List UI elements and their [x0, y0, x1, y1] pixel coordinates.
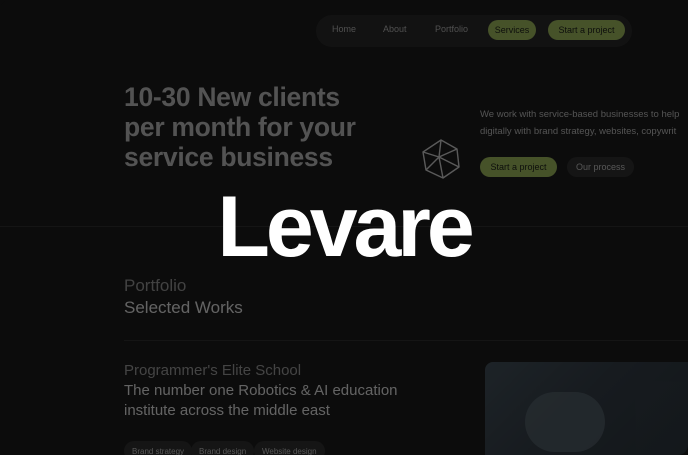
hero-description: We work with service-based businesses to…	[480, 106, 688, 140]
page: Home About Portfolio Services Start a pr…	[0, 0, 688, 455]
hero-title-line: service business	[124, 142, 333, 172]
nav-link-portfolio[interactable]: Portfolio	[435, 24, 468, 34]
project-name[interactable]: Programmer's Elite School	[124, 362, 301, 379]
project-description: The number one Robotics & AI education i…	[124, 381, 444, 421]
project-description-line: institute across the middle east	[124, 402, 330, 419]
project-description-line: The number one Robotics & AI education	[124, 382, 398, 399]
nav-link-about[interactable]: About	[383, 24, 407, 34]
our-process-button[interactable]: Our process	[567, 157, 634, 177]
start-project-button[interactable]: Start a project	[480, 157, 557, 177]
portfolio-label: Portfolio	[124, 276, 187, 295]
hero-title-line: 10-30 New clients	[124, 82, 340, 112]
tag-brand-strategy: Brand strategy	[124, 441, 193, 455]
hero-description-line: digitally with brand strategy, websites,…	[480, 126, 677, 137]
hero-description-line: We work with service-based businesses to…	[480, 109, 680, 120]
hero-title: 10-30 New clients per month for your ser…	[124, 82, 424, 172]
nav-start-project-button[interactable]: Start a project	[548, 20, 625, 40]
section-divider	[124, 340, 688, 341]
portfolio-title: Selected Works	[124, 298, 243, 317]
project-thumbnail[interactable]	[485, 362, 688, 455]
tag-website-design: Website design	[254, 441, 325, 455]
nav-link-services[interactable]: Services	[488, 20, 536, 40]
tag-brand-design: Brand design	[191, 441, 255, 455]
top-nav: Home About Portfolio Services Start a pr…	[316, 15, 632, 47]
nav-link-home[interactable]: Home	[332, 24, 356, 34]
levare-logo: Levare	[217, 179, 474, 275]
hero-title-line: per month for your	[124, 112, 356, 142]
geometric-gem-icon	[422, 139, 460, 179]
thumbnail-shape	[525, 392, 605, 452]
